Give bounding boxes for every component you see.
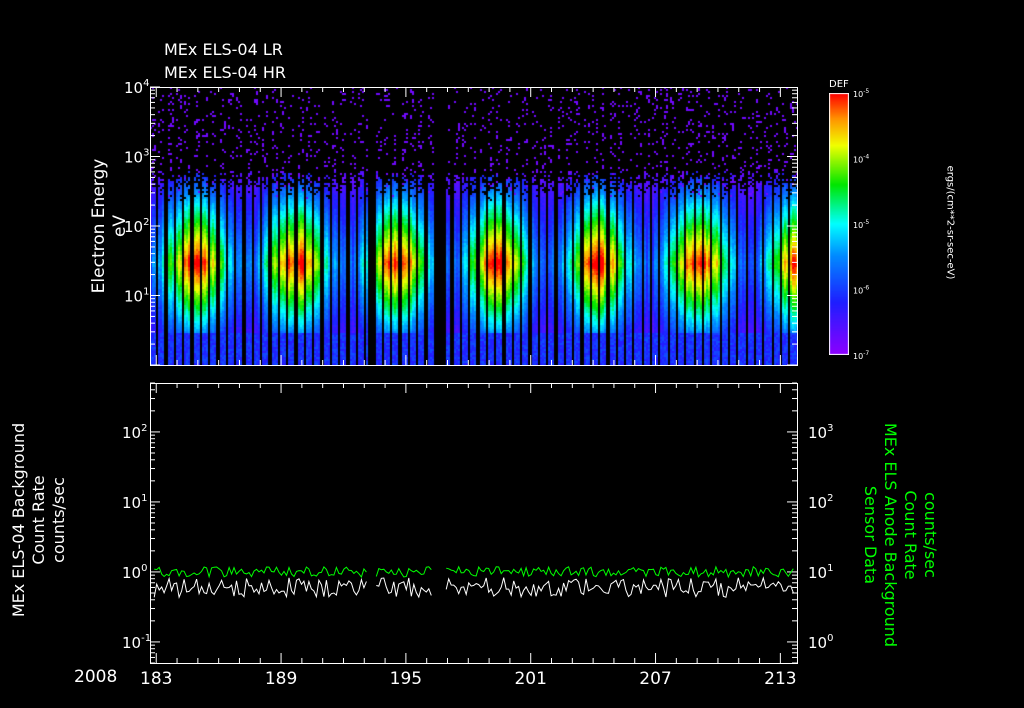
energy-tick-exp: 3 [143, 148, 149, 159]
left-y-tick-exp: 0 [141, 563, 147, 574]
right-y-tick-exp: 1 [827, 563, 833, 574]
bottom-panel-frame [150, 383, 798, 664]
colorbar-tick-label: 10-5 [853, 219, 869, 230]
left-y-tick-exp: 1 [141, 493, 147, 504]
left-y-tick-exp: -1 [141, 633, 151, 644]
right-y-tick-exp: 3 [827, 423, 833, 434]
series-line-left [376, 577, 432, 599]
series-line-right [154, 565, 367, 579]
energy-tick-exp: 4 [143, 78, 149, 89]
series-line-right [375, 566, 432, 578]
left-y-tick-label: 100 [122, 563, 147, 582]
left-y-tick-label: 10-1 [122, 633, 151, 652]
x-tick-label: 201 [514, 669, 546, 689]
x-tick-label: 207 [639, 669, 671, 689]
energy-tick-label: 103 [124, 148, 149, 167]
x-tick-label: 195 [390, 669, 422, 689]
x-tick-label: 213 [764, 669, 796, 689]
colorbar-tick-exp: -6 [863, 285, 869, 292]
colorbar-tick-label: 10-4 [853, 154, 869, 165]
right-y-tick-label: 101 [808, 563, 833, 582]
axes-overlay: 10-510-410-510-610-7183 189 195 201 207 21310… [122, 78, 869, 689]
year-label: 2008 [74, 667, 118, 687]
colorbar-tick-exp: -7 [863, 350, 869, 357]
left-y-tick-label: 102 [122, 423, 147, 442]
right-y-tick-label: 100 [808, 633, 833, 652]
x-tick-label: 183 [140, 669, 172, 689]
series-line-left [153, 576, 367, 600]
colorbar-tick-label: 10-7 [853, 350, 869, 361]
left-y-tick-exp: 2 [141, 423, 147, 434]
energy-tick-label: 101 [124, 287, 149, 306]
right-y-tick-exp: 2 [827, 493, 833, 504]
energy-tick-exp: 1 [143, 287, 149, 298]
energy-tick-exp: 2 [143, 217, 149, 228]
colorbar-tick-label: 10-6 [853, 285, 869, 296]
left-y-tick-label: 101 [122, 493, 147, 512]
right-y-tick-label: 102 [808, 493, 833, 512]
colorbar-tick-exp: -4 [863, 154, 869, 161]
series-line-left [445, 576, 794, 599]
top-panel-frame [150, 87, 798, 366]
energy-tick-label: 102 [124, 217, 149, 236]
series-line-right [446, 565, 794, 579]
right-y-tick-label: 103 [808, 423, 833, 442]
colorbar-tick-exp: -5 [863, 88, 869, 95]
colorbar-tick-label: 10-5 [853, 88, 869, 99]
right-y-tick-exp: 0 [827, 633, 833, 644]
energy-tick-label: 104 [124, 78, 149, 97]
x-tick-label: 189 [265, 669, 297, 689]
colorbar-tick-exp: -5 [863, 219, 869, 226]
